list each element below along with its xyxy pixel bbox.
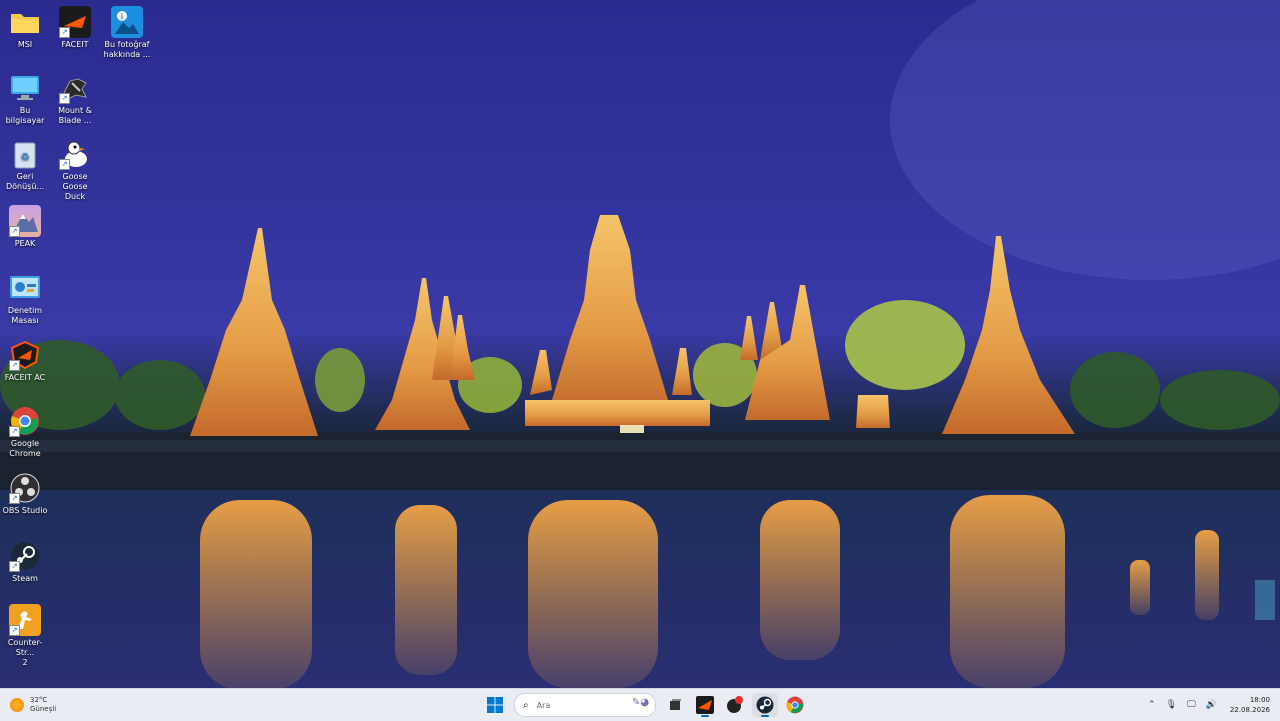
taskbar-app-faceit[interactable]: [692, 693, 718, 717]
shortcut-arrow-icon: ↗: [9, 561, 20, 572]
clock-date: 22.08.2026: [1229, 706, 1270, 714]
desktop-icon-counter-strike[interactable]: ↗ Counter-Str... 2: [0, 604, 50, 668]
taskbar-center: ⌕ Ara ✎◕: [480, 693, 810, 717]
taskbar-app-chrome[interactable]: [782, 693, 808, 717]
desktop-icon-label: Google Chrome: [9, 439, 41, 458]
windows-start-icon: [487, 697, 503, 713]
peak-icon: ↗: [9, 205, 41, 237]
search-highlight-icon: ✎◕: [631, 697, 649, 708]
search-placeholder: Ara: [536, 700, 551, 710]
desktop-icon-recycle-bin[interactable]: ♻ Geri Dönüşü...: [0, 138, 50, 192]
control-panel-icon: [9, 272, 41, 304]
weather-temperature: 32°C: [30, 696, 48, 704]
recycle-bin-icon: ♻: [9, 138, 41, 170]
desktop-icon-label: Geri Dönüşü...: [5, 172, 45, 191]
search-icon: ⌕: [523, 699, 529, 711]
desktop-icon-goose-goose-duck[interactable]: ↗ Goose Goose Duck: [50, 138, 100, 202]
svg-text:♻: ♻: [21, 152, 30, 163]
network-icon[interactable]: 🖵: [1187, 700, 1196, 710]
clock-time: 18:00: [1249, 696, 1270, 704]
clock[interactable]: 18:00 22.08.2026: [1230, 695, 1270, 715]
desktop-wallpaper: [0, 0, 1280, 688]
faceit-icon: ↗: [59, 6, 91, 38]
desktop-icon-faceit-ac[interactable]: ↗ FACEIT AC: [0, 339, 50, 383]
folder-icon: [9, 6, 41, 38]
desktop-icon-control-panel[interactable]: Denetim Masası: [0, 272, 50, 326]
chevron-up-icon[interactable]: ⌃: [1148, 700, 1156, 710]
shortcut-arrow-icon: ↗: [9, 226, 20, 237]
shortcut-arrow-icon: ↗: [59, 159, 70, 170]
desktop-icon-steam[interactable]: ↗ Steam: [0, 540, 50, 584]
desktop-icon-google-chrome[interactable]: ↗ Google Chrome: [0, 405, 50, 459]
svg-text:i: i: [121, 12, 123, 21]
shortcut-arrow-icon: ↗: [9, 426, 20, 437]
desktop-icon-obs-studio[interactable]: ↗ OBS Studio: [0, 472, 50, 516]
desktop-icon-this-pc[interactable]: Bu bilgisayar: [0, 72, 50, 126]
task-view-button[interactable]: [662, 693, 688, 717]
desktop-icon-label: FACEIT: [61, 40, 89, 49]
shortcut-arrow-icon: ↗: [59, 93, 70, 104]
computer-icon: [9, 72, 41, 104]
temple-scene: [0, 0, 1280, 688]
chrome-icon: ↗: [9, 405, 41, 437]
faceit-ac-icon: ↗: [9, 339, 41, 371]
desktop-icon-label: MSI: [17, 40, 33, 49]
taskbar-app[interactable]: [722, 693, 748, 717]
system-tray: ⌃ 🎙 🖵 🔊 18:00 22.08.2026: [1143, 693, 1270, 717]
counter-strike-icon: ↗: [9, 604, 41, 636]
search-box[interactable]: ⌕ Ara ✎◕: [514, 693, 656, 717]
taskbar: 32°C Güneşli ⌕ Ara ✎◕ ⌃ 🎙 🖵 🔊 18:00 22.0…: [0, 688, 1280, 721]
desktop-icon-mount-blade[interactable]: ↗ Mount & Blade ...: [50, 72, 100, 126]
mount-blade-icon: ↗: [59, 72, 91, 104]
goose-goose-duck-icon: ↗: [59, 138, 91, 170]
desktop-icon-peak[interactable]: ↗ PEAK: [0, 205, 50, 249]
desktop-icon-label: Denetim Masası: [7, 306, 43, 325]
photo-info-icon: i: [111, 6, 143, 38]
desktop-icon-faceit[interactable]: ↗ FACEIT: [50, 6, 100, 50]
steam-icon: [756, 696, 774, 714]
microphone-icon[interactable]: 🎙: [1166, 700, 1177, 710]
desktop-icon-label: OBS Studio: [2, 506, 48, 515]
task-view-icon: [670, 699, 681, 710]
shortcut-arrow-icon: ↗: [59, 27, 70, 38]
desktop-icon-label: PEAK: [14, 239, 36, 248]
chrome-icon: [786, 696, 804, 714]
desktop-icon-label: Goose Goose Duck: [62, 172, 88, 201]
desktop-icon-label: Bu fotoğraf hakkında ...: [103, 40, 151, 59]
shortcut-arrow-icon: ↗: [9, 493, 20, 504]
start-button[interactable]: [482, 693, 508, 717]
weather-widget[interactable]: 32°C Güneşli: [10, 694, 56, 716]
desktop-icon-label: Steam: [12, 574, 38, 583]
shortcut-arrow-icon: ↗: [9, 360, 20, 371]
desktop-icon-label: FACEIT AC: [4, 373, 46, 382]
steam-icon: ↗: [9, 540, 41, 572]
app-icon: [727, 696, 743, 713]
desktop-icon-label: Counter-Str... 2: [7, 638, 43, 667]
volume-icon[interactable]: 🔊: [1206, 700, 1217, 710]
desktop-icon-label: Bu bilgisayar: [5, 106, 45, 125]
desktop-icon-about-this-photo[interactable]: i Bu fotoğraf hakkında ...: [102, 6, 152, 60]
sun-icon: [10, 698, 24, 712]
shortcut-arrow-icon: ↗: [9, 625, 20, 636]
desktop-icon-label: Mount & Blade ...: [58, 106, 92, 125]
obs-icon: ↗: [9, 472, 41, 504]
weather-condition: Güneşli: [30, 705, 57, 713]
taskbar-app-steam[interactable]: [752, 693, 778, 717]
faceit-icon: [696, 696, 714, 714]
desktop-icon-msi[interactable]: MSI: [0, 6, 50, 50]
